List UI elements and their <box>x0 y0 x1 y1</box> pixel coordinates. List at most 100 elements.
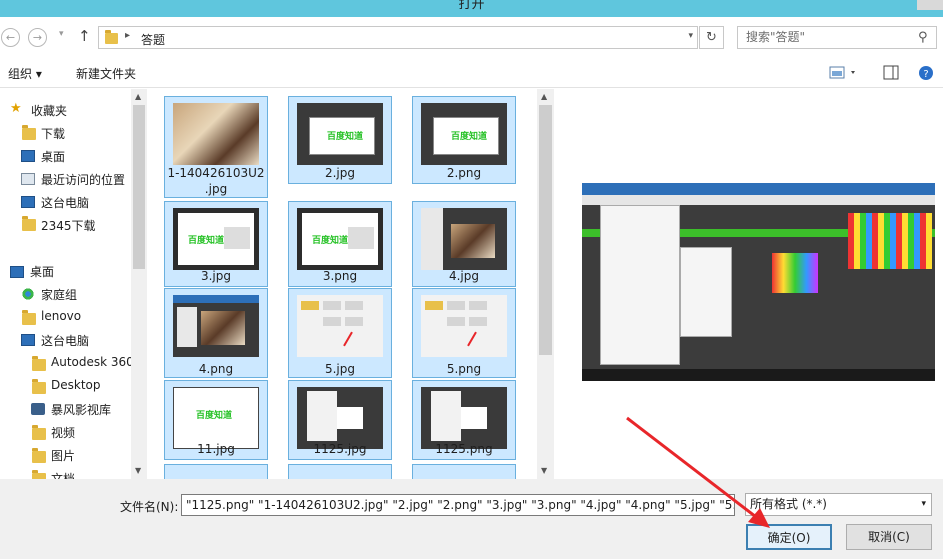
thumb-text: 百度知道 <box>327 132 364 142</box>
file-grid-scroll-thumb[interactable] <box>539 105 552 355</box>
file-thumbnail <box>297 387 383 449</box>
scroll-down-icon[interactable]: ▼ <box>135 466 141 475</box>
file-name: 1125.jpg <box>313 442 367 456</box>
sidebar-scroll-thumb[interactable] <box>133 105 145 269</box>
sidebar-item-documents[interactable]: 文档 <box>51 470 75 479</box>
sidebar-item-favorites[interactable]: 收藏夹 <box>31 102 67 119</box>
folder-icon <box>22 216 36 231</box>
recent-locations-chevron-icon[interactable]: ▾ <box>59 29 64 39</box>
bottom-panel: 文件名(N): "1125.png" "1-140426103U2.jpg" "… <box>0 479 943 559</box>
file-tile[interactable] <box>288 464 392 479</box>
file-grid: 1-140426103U2 .jpg 百度知道 2.jpg 百度知道 2.png… <box>150 89 536 479</box>
file-tile[interactable]: 百度知道 2.png <box>412 96 516 184</box>
toolbar: 组织 ▾ 新建文件夹 ? <box>0 57 943 88</box>
scroll-up-icon[interactable]: ▲ <box>541 92 547 101</box>
file-tile[interactable] <box>164 464 268 479</box>
breadcrumb[interactable]: 答题 <box>141 31 165 48</box>
sidebar-item-lenovo[interactable]: lenovo <box>41 309 81 323</box>
file-name: 2.jpg <box>324 166 356 180</box>
file-tile[interactable]: 1-140426103U2 .jpg <box>164 96 268 198</box>
filetype-select[interactable]: 所有格式 (*.*) ▾ <box>745 493 932 516</box>
file-tile[interactable]: 1125.png <box>412 380 516 460</box>
file-tile[interactable]: 1125.jpg <box>288 380 392 460</box>
file-tile[interactable]: 4.jpg <box>412 201 516 287</box>
sidebar-item-homegroup[interactable]: 家庭组 <box>41 286 77 303</box>
video-library-icon <box>31 403 45 415</box>
sidebar-item-videos[interactable]: 视频 <box>51 424 75 441</box>
file-name: 5.png <box>446 362 482 376</box>
download-folder-icon <box>22 125 36 140</box>
scroll-up-icon[interactable]: ▲ <box>135 92 141 101</box>
sidebar-item-baofeng[interactable]: 暴风影视库 <box>51 401 111 418</box>
file-tile[interactable]: 4.png <box>164 288 268 378</box>
sidebar-scrollbar[interactable]: ▲ ▼ <box>131 89 147 479</box>
file-tile[interactable] <box>412 464 516 479</box>
sidebar-item-desktop-folder[interactable]: Desktop <box>51 378 101 392</box>
filename-input[interactable]: "1125.png" "1-140426103U2.jpg" "2.jpg" "… <box>181 494 735 516</box>
file-tile[interactable]: 5.png <box>412 288 516 378</box>
file-tile[interactable]: 百度知道 2.jpg <box>288 96 392 184</box>
breadcrumb-separator-icon: ▸ <box>125 30 131 41</box>
file-thumbnail: 百度知道 <box>297 208 383 270</box>
computer-icon <box>21 334 35 346</box>
sidebar-item-recent[interactable]: 最近访问的位置 <box>41 171 125 188</box>
sidebar-item-desktop[interactable]: 桌面 <box>41 148 65 165</box>
sidebar-item-pictures[interactable]: 图片 <box>51 447 75 464</box>
title-bar: 打开 <box>0 0 943 17</box>
file-thumbnail: 百度知道 <box>173 387 259 449</box>
help-icon[interactable]: ? <box>918 65 934 81</box>
folder-icon <box>32 356 46 371</box>
search-icon[interactable]: ⚲ <box>918 30 928 45</box>
homegroup-icon <box>21 288 35 300</box>
file-name: 11.jpg <box>197 442 235 456</box>
file-tile[interactable]: 百度知道 11.jpg <box>164 380 268 460</box>
video-folder-icon <box>32 425 46 440</box>
computer-icon <box>21 196 35 208</box>
user-folder-icon <box>22 310 36 325</box>
file-name: 5.jpg <box>324 362 356 376</box>
preview-pane-icon[interactable] <box>883 65 899 81</box>
sidebar-item-2345[interactable]: 2345下载 <box>41 217 96 234</box>
folder-icon <box>105 30 118 44</box>
sidebar-item-autodesk[interactable]: Autodesk 360 <box>51 355 134 369</box>
new-folder-button[interactable]: 新建文件夹 <box>76 65 136 82</box>
file-thumbnail <box>173 295 259 357</box>
file-thumbnail <box>297 295 383 357</box>
desktop-icon <box>21 150 35 162</box>
file-name: 1-140426103U2 .jpg <box>167 166 265 196</box>
forward-button[interactable]: → <box>28 28 47 47</box>
preview-image <box>582 183 935 381</box>
file-tile[interactable]: 百度知道 3.jpg <box>164 201 268 287</box>
star-icon: ★ <box>10 101 22 116</box>
sidebar-item-downloads[interactable]: 下载 <box>41 125 65 142</box>
search-input[interactable]: 搜索"答题" <box>737 26 937 49</box>
file-thumbnail <box>421 295 507 357</box>
cancel-button[interactable]: 取消(C) <box>846 524 932 550</box>
scroll-down-icon[interactable]: ▼ <box>541 466 547 475</box>
refresh-button[interactable]: ↻ <box>699 26 724 49</box>
view-options-icon[interactable] <box>829 65 859 81</box>
file-thumbnail <box>173 103 259 165</box>
up-arrow-icon[interactable]: ↑ <box>78 27 91 45</box>
file-tile[interactable]: 5.jpg <box>288 288 392 378</box>
file-tile[interactable]: 百度知道 3.png <box>288 201 392 287</box>
file-grid-scrollbar[interactable]: ▲ ▼ <box>537 89 554 479</box>
file-name: 4.png <box>198 362 234 376</box>
thumb-text: 百度知道 <box>196 411 233 421</box>
picture-folder-icon <box>32 448 46 463</box>
recent-icon <box>21 173 35 185</box>
file-name: 3.jpg <box>200 269 232 283</box>
back-button[interactable]: ← <box>1 28 20 47</box>
chevron-down-icon[interactable]: ▾ <box>688 31 693 41</box>
ok-button[interactable]: 确定(O) <box>746 524 832 550</box>
organize-button[interactable]: 组织 ▾ <box>8 65 42 82</box>
path-box[interactable]: ▸ 答题 ▾ <box>98 26 698 49</box>
address-bar: ← → ▾ ↑ ▸ 答题 ▾ ↻ 搜索"答题" <box>0 17 943 57</box>
close-button[interactable] <box>917 0 943 10</box>
preview-pane <box>555 89 943 479</box>
file-name: 4.jpg <box>448 269 480 283</box>
file-thumbnail: 百度知道 <box>421 103 507 165</box>
sidebar-item-this-pc[interactable]: 这台电脑 <box>41 194 89 211</box>
sidebar-item-this-pc-tree[interactable]: 这台电脑 <box>41 332 89 349</box>
sidebar-item-desktop-root[interactable]: 桌面 <box>30 263 54 280</box>
